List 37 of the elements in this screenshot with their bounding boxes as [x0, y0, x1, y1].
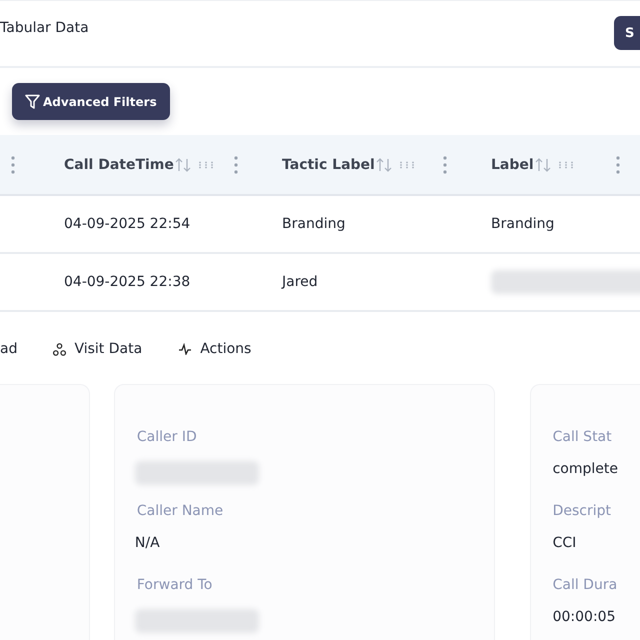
table-cell: 04-09-2025 22:54	[64, 216, 190, 232]
tab[interactable]: ad	[0, 341, 18, 357]
sort-icon[interactable]	[376, 158, 392, 172]
field-value: 00:00:05	[552, 609, 616, 627]
table-cell: Branding	[491, 216, 554, 232]
field-label: Call Stat	[552, 429, 613, 447]
funnel-icon	[25, 94, 40, 110]
field-label: Forward To	[136, 577, 214, 595]
grip-icon[interactable]	[558, 160, 573, 168]
column-menu-icon[interactable]	[234, 156, 238, 174]
tab[interactable]: Visit Data	[53, 341, 142, 357]
advanced-filters-button[interactable]: Advanced Filters	[12, 83, 170, 120]
sort-icon[interactable]	[534, 158, 551, 172]
page-title: Tabular Data	[0, 20, 89, 36]
field-label: Caller Name	[136, 503, 224, 521]
column-menu-icon[interactable]	[11, 156, 15, 174]
column-menu-icon[interactable]	[616, 156, 620, 174]
grip-icon[interactable]	[198, 160, 213, 168]
grip-icon[interactable]	[400, 160, 414, 168]
field-value: N/A	[134, 535, 161, 553]
column-header[interactable]: Call DateTime	[64, 156, 174, 172]
sort-icon[interactable]	[174, 158, 191, 172]
field-value: complete	[552, 461, 618, 479]
table-cell: Branding	[282, 216, 346, 232]
header-button[interactable]: S	[614, 16, 640, 50]
field-label: Descript	[552, 503, 612, 521]
tab[interactable]: Actions	[178, 341, 252, 357]
activity-icon	[178, 343, 192, 355]
field-label: Call Dura	[552, 577, 618, 595]
table-cell: Jared	[282, 274, 318, 290]
column-header[interactable]: Tactic Label	[282, 156, 375, 172]
column-menu-icon[interactable]	[443, 156, 447, 174]
table-cell: 04-09-2025 22:38	[64, 274, 190, 290]
field-value: CCI	[552, 535, 578, 553]
column-header[interactable]: Label	[491, 156, 534, 172]
field-label: Caller ID	[136, 429, 198, 447]
nodes-icon	[53, 342, 66, 356]
